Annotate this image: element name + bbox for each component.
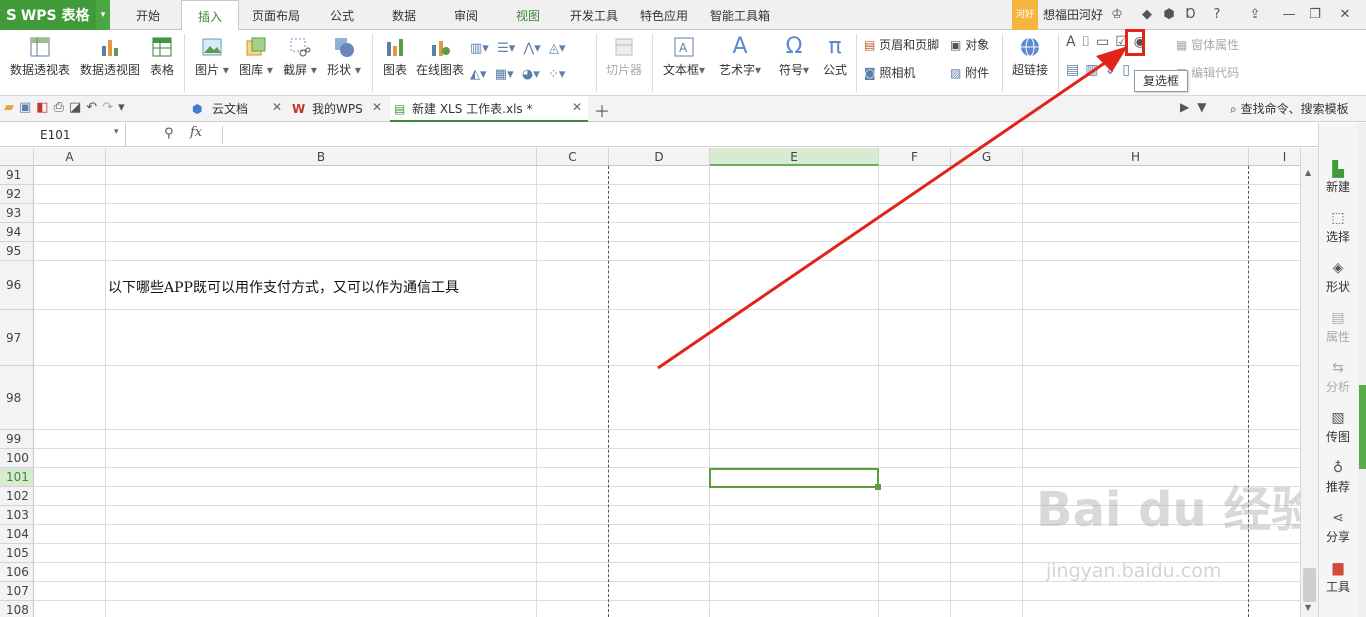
side-properties-button[interactable]: ▤ 属性 bbox=[1320, 310, 1356, 345]
analysis-icon: ⇆ bbox=[1332, 360, 1344, 376]
share-icon: ⋖ bbox=[1332, 510, 1344, 526]
arrow-head bbox=[1096, 46, 1128, 72]
lightbulb-icon: ♁ bbox=[1332, 460, 1344, 476]
side-tools-button[interactable]: ▆ 工具 bbox=[1320, 560, 1356, 595]
shape-icon: ◈ bbox=[1332, 260, 1344, 276]
scroll-up-icon[interactable]: ▲ bbox=[1305, 168, 1311, 177]
scroll-down-icon[interactable]: ▼ bbox=[1305, 603, 1311, 612]
arrow-shaft bbox=[657, 56, 1113, 370]
side-new-button[interactable]: ▙ 新建 bbox=[1320, 160, 1356, 195]
side-upload-image-button[interactable]: ▧ 传图 bbox=[1320, 410, 1356, 445]
vertical-scrollbar[interactable]: ▲ ▼ bbox=[1300, 148, 1318, 617]
scroll-thumb[interactable] bbox=[1303, 568, 1316, 602]
side-panel-collapse-tab[interactable] bbox=[1359, 385, 1366, 469]
side-analysis-button[interactable]: ⇆ 分析 bbox=[1320, 360, 1356, 395]
side-share-button[interactable]: ⋖ 分享 bbox=[1320, 510, 1356, 545]
annotation-arrow bbox=[657, 46, 1128, 370]
side-shape-button[interactable]: ◈ 形状 bbox=[1320, 260, 1356, 295]
new-file-icon: ▙ bbox=[1332, 160, 1344, 178]
select-cursor-icon: ⬚ bbox=[1331, 210, 1345, 226]
properties-icon: ▤ bbox=[1331, 310, 1345, 326]
side-select-button[interactable]: ⬚ 选择 bbox=[1320, 210, 1356, 245]
side-recommend-button[interactable]: ♁ 推荐 bbox=[1320, 460, 1356, 495]
toolbox-icon: ▆ bbox=[1332, 560, 1344, 576]
upload-image-icon: ▧ bbox=[1331, 410, 1345, 426]
side-panel-edge bbox=[1358, 123, 1366, 617]
